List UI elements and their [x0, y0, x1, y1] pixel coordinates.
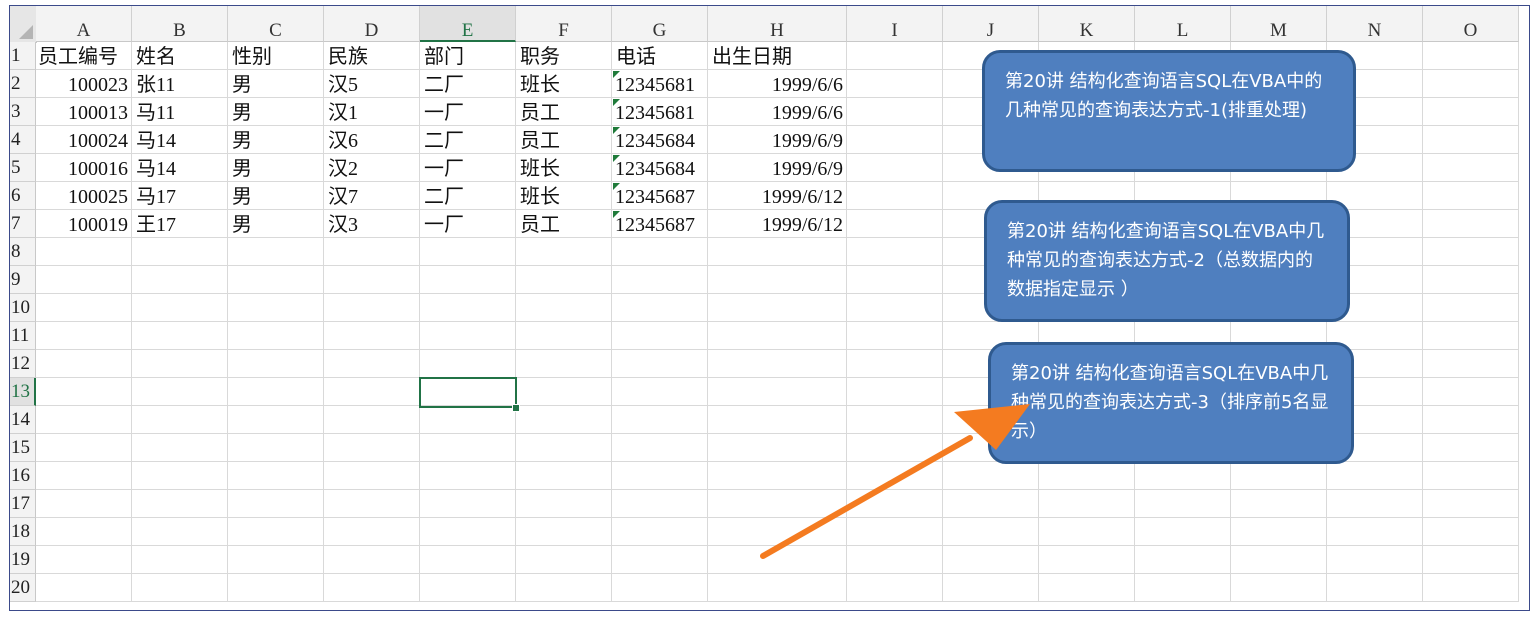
arrow-shape[interactable] — [10, 6, 1529, 610]
spreadsheet-window: A B C D E F G H I J K L M N O 1 2 3 4 5 6 7 8 9 10 11 12 13 14 15 16 17… — [9, 5, 1530, 611]
arrow-shaft — [760, 435, 973, 559]
